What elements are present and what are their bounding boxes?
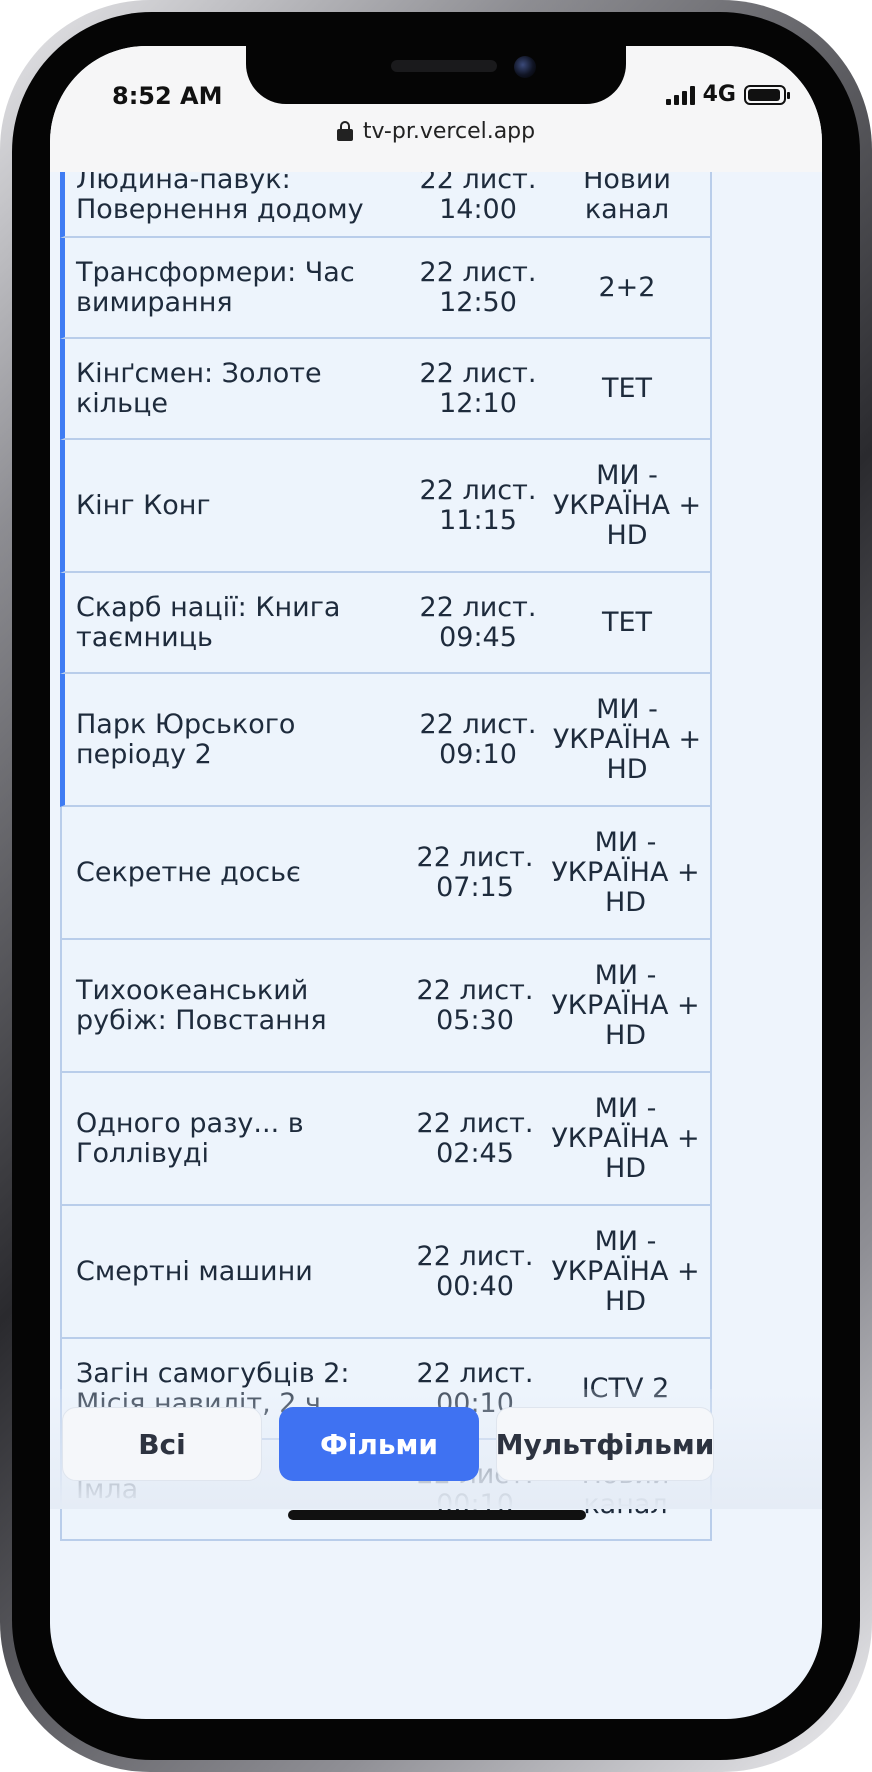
schedule-row[interactable]: Кінґсмен: Золоте кільце 22 лист. 12:10 ТЕТ xyxy=(60,339,712,440)
browser-header: 8:52 AM 4G tv-pr.vercel.app xyxy=(50,46,822,172)
schedule-row[interactable]: Скарб нації: Книга таємниць 22 лист. 09:45… xyxy=(60,573,712,674)
program-time: 09:45 xyxy=(439,621,517,653)
program-time: 14:00 xyxy=(439,193,517,225)
program-time: 12:50 xyxy=(439,286,517,318)
notch xyxy=(246,46,626,104)
program-channel: 2+2 xyxy=(598,271,656,303)
program-datetime: 22 лист. 05:30 xyxy=(405,974,545,1036)
schedule-row[interactable]: Кінг Конг 22 лист. 11:15 МИ - УКРАЇНА + HD xyxy=(60,440,712,573)
program-date: 22 лист. xyxy=(419,357,537,389)
program-datetime: 22 лист. 09:45 xyxy=(408,591,548,653)
program-datetime: 22 лист. 02:45 xyxy=(405,1107,545,1169)
schedule-row[interactable]: Тихоокеанський рубіж: Повстання 22 лист. 0… xyxy=(60,940,712,1073)
program-time: 02:45 xyxy=(436,1137,514,1169)
program-date: 22 лист. xyxy=(419,474,537,506)
address-bar[interactable]: tv-pr.vercel.app xyxy=(50,108,822,154)
program-time: 11:15 xyxy=(439,504,517,536)
program-title: Смертні машини xyxy=(76,1255,313,1287)
program-title: Кінг Конг xyxy=(76,489,211,521)
lock-icon xyxy=(336,121,353,141)
program-date: 22 лист. xyxy=(416,1240,534,1272)
program-channel: МИ - УКРАЇНА + HD xyxy=(551,826,700,918)
program-channel: МИ - УКРАЇНА + HD xyxy=(551,959,700,1051)
program-title: Тихоокеанський рубіж: Повстання xyxy=(76,974,327,1036)
program-datetime: 22 лист. 00:40 xyxy=(405,1240,545,1302)
program-channel: ТЕТ xyxy=(601,606,653,638)
url-text: tv-pr.vercel.app xyxy=(362,118,536,144)
schedule-list: Людина-павук: Повернення додому 22 лист. 1… xyxy=(60,153,712,1541)
program-title: Секретне досьє xyxy=(76,856,301,888)
category-tab-bar: Всі Фільми Мультфільми xyxy=(50,1389,822,1509)
program-channel: Новий канал xyxy=(583,163,671,225)
program-title: Скарб нації: Книга таємниць xyxy=(76,591,341,653)
program-date: 22 лист. xyxy=(416,1107,534,1139)
program-datetime: 22 лист. 11:15 xyxy=(408,474,548,536)
signal-icon xyxy=(665,85,695,105)
schedule-row[interactable]: Одного разу... в Голлівуді 22 лист. 02:45 М… xyxy=(60,1073,712,1206)
program-date: 22 лист. xyxy=(419,708,537,740)
program-datetime: 22 лист. 12:50 xyxy=(408,256,548,318)
front-camera-icon xyxy=(514,56,536,78)
home-indicator xyxy=(288,1510,586,1520)
program-channel: МИ - УКРАЇНА + HD xyxy=(552,693,702,785)
schedule-row[interactable]: Трансформери: Час вимирання 22 лист. 12:50… xyxy=(60,238,712,339)
battery-icon xyxy=(744,84,790,105)
program-time: 12:10 xyxy=(439,387,517,419)
schedule-row[interactable]: Секретне досьє 22 лист. 07:15 МИ - УКРАЇНА … xyxy=(60,807,712,940)
schedule-row[interactable]: Смертні машини 22 лист. 00:40 МИ - УКРАЇНА … xyxy=(60,1206,712,1339)
program-datetime: 22 лист. 14:00 xyxy=(408,164,548,225)
program-channel: МИ - УКРАЇНА + HD xyxy=(552,459,702,551)
program-date: 22 лист. xyxy=(419,591,537,623)
program-datetime: 22 лист. 12:10 xyxy=(408,357,548,419)
program-time: 09:10 xyxy=(439,738,517,770)
tab-cartoons[interactable]: Мультфільми xyxy=(496,1407,714,1481)
program-title: Людина-павук: Повернення додому xyxy=(76,163,364,225)
program-channel: ТЕТ xyxy=(601,372,653,404)
schedule-row[interactable]: Парк Юрського періоду 2 22 лист. 09:10 МИ -… xyxy=(60,674,712,807)
program-title: Парк Юрського періоду 2 xyxy=(76,708,296,770)
tab-all[interactable]: Всі xyxy=(62,1407,262,1481)
program-channel: МИ - УКРАЇНА + HD xyxy=(551,1225,700,1317)
program-title: Кінґсмен: Золоте кільце xyxy=(76,357,322,419)
program-time: 07:15 xyxy=(436,871,514,903)
program-time: 00:40 xyxy=(436,1270,514,1302)
program-date: 22 лист. xyxy=(416,841,534,873)
status-indicators: 4G xyxy=(665,82,790,107)
speaker-grille xyxy=(391,60,497,72)
program-date: 22 лист. xyxy=(416,974,534,1006)
program-title: Одного разу... в Голлівуді xyxy=(76,1107,304,1169)
program-title: Трансформери: Час вимирання xyxy=(76,256,355,318)
network-type: 4G xyxy=(702,82,736,107)
status-time: 8:52 AM xyxy=(112,82,223,110)
program-date: 22 лист. xyxy=(416,1357,534,1389)
tab-films[interactable]: Фільми xyxy=(279,1407,479,1481)
program-time: 05:30 xyxy=(436,1004,514,1036)
program-channel: МИ - УКРАЇНА + HD xyxy=(551,1092,700,1184)
program-datetime: 22 лист. 09:10 xyxy=(408,708,548,770)
program-datetime: 22 лист. 07:15 xyxy=(405,841,545,903)
screen: Людина-павук: Повернення додому 22 лист. 1… xyxy=(50,46,822,1719)
program-date: 22 лист. xyxy=(419,256,537,288)
